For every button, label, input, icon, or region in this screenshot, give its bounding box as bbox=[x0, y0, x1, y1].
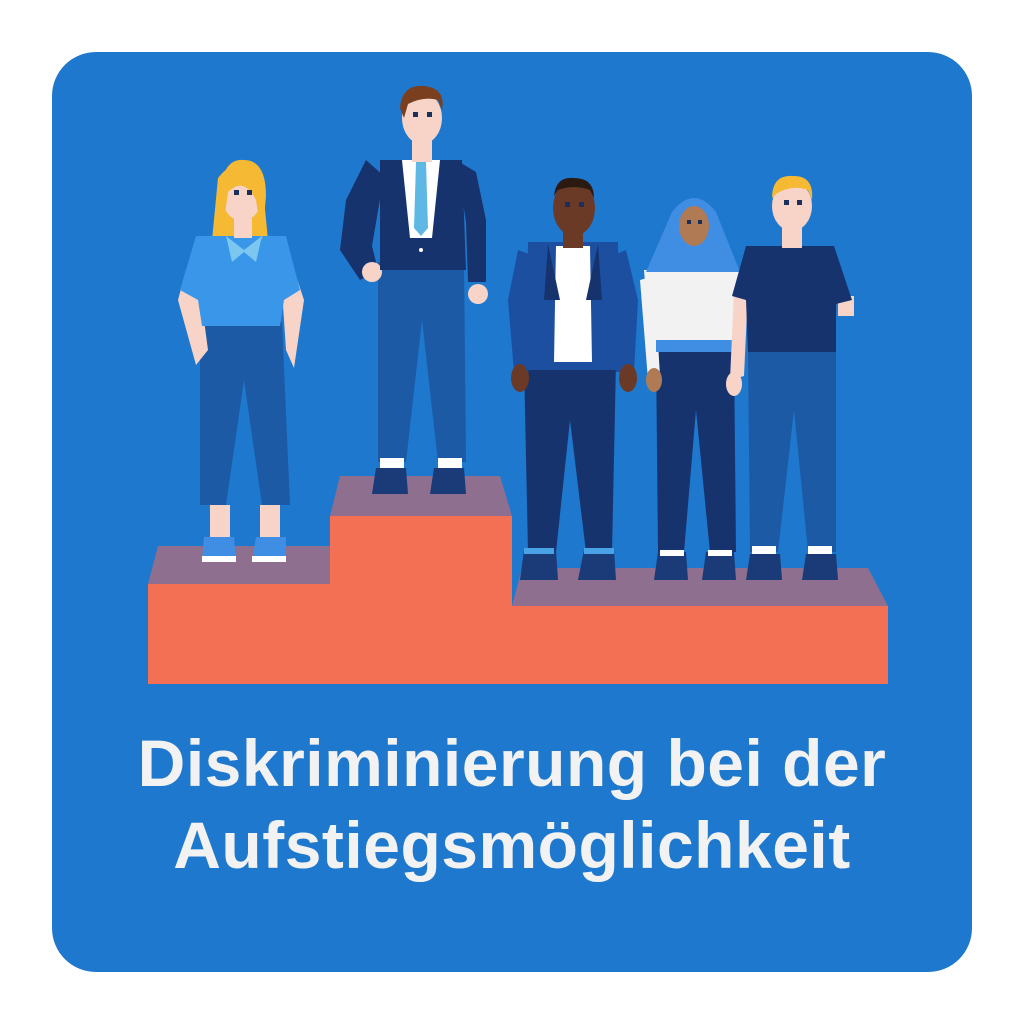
person-woman-blonde bbox=[178, 159, 304, 562]
podium-illustration bbox=[148, 85, 888, 684]
podium-step-left-front bbox=[148, 584, 332, 684]
podium-step-middle-front bbox=[330, 516, 512, 684]
person-man-leather-jacket bbox=[508, 177, 638, 580]
page-title: Diskriminierung bei der Aufstiegsmöglich… bbox=[0, 722, 1024, 886]
title-line-2: Aufstiegsmöglichkeit bbox=[173, 808, 851, 882]
podium-step-middle-top bbox=[330, 476, 512, 516]
podium-step-right-front bbox=[512, 606, 888, 684]
person-man-suit bbox=[340, 85, 488, 494]
person-woman-hijab bbox=[640, 198, 740, 580]
title-line-1: Diskriminierung bei der bbox=[137, 726, 887, 800]
podium-step-left-top bbox=[148, 546, 330, 584]
person-man-blonde bbox=[726, 175, 854, 580]
